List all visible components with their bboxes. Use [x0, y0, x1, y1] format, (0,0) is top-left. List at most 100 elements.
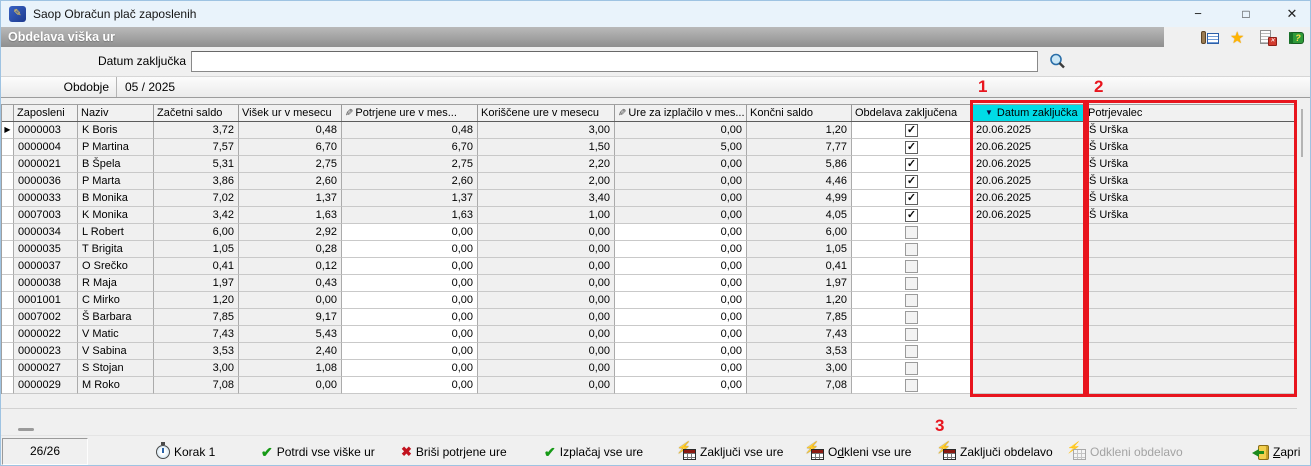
- period-bar: Obdobje 05 / 2025: [1, 76, 1310, 98]
- zakljucena-checkbox[interactable]: ✓: [905, 208, 918, 222]
- cell-ure-izplacilo[interactable]: 0,00: [615, 360, 747, 377]
- datum-zakljucka-input[interactable]: [191, 51, 1038, 72]
- zakljucena-checkbox[interactable]: [905, 276, 918, 290]
- search-icon[interactable]: [1048, 52, 1067, 71]
- table-row[interactable]: 0000027 S Stojan 3,00 1,08 0,00 0,00 0,00 3,00: [2, 360, 1297, 377]
- zakljucena-checkbox[interactable]: [905, 361, 918, 375]
- delete-document-icon[interactable]: ✕: [1259, 30, 1277, 46]
- table-row[interactable]: 0007003 K Monika 3,42 1,63 1,63 1,00 0,00 4,05 ✓…: [2, 207, 1297, 224]
- cell-zaposleni: 0000029: [14, 377, 78, 394]
- table-row[interactable]: 0000033 B Monika 7,02 1,37 1,37 3,40 0,00 4,99 ✓…: [2, 190, 1297, 207]
- cell-obdelava-zakljucena: [852, 360, 972, 377]
- brisi-potrjene-button[interactable]: ✖ Briši potrjene ure: [401, 441, 507, 463]
- potrdi-vse-button[interactable]: ✔ Potrdi vse viške ur: [261, 441, 375, 463]
- zakljucena-checkbox[interactable]: ✓: [905, 123, 918, 137]
- cell-potrjene-ure[interactable]: 0,00: [342, 292, 478, 309]
- column-header-naziv[interactable]: Naziv: [78, 105, 154, 121]
- maximize-button[interactable]: □: [1229, 3, 1263, 25]
- column-header-datum-zakljucka[interactable]: ▼ Datum zaključka: [972, 105, 1085, 121]
- cell-visek-ur: 1,08: [239, 360, 342, 377]
- cell-naziv: R Maja: [78, 275, 154, 292]
- table-row[interactable]: 0000029 M Roko 7,08 0,00 0,00 0,00 0,00 7,08: [2, 377, 1297, 394]
- column-header-potrjevalec[interactable]: Potrjevalec: [1085, 105, 1297, 121]
- cell-potrjene-ure[interactable]: 0,00: [342, 224, 478, 241]
- annotation-number-3: 3: [935, 416, 945, 435]
- column-header-potrjene-ure[interactable]: ✎ Potrjene ure v mes...: [342, 105, 478, 121]
- cell-ure-izplacilo[interactable]: 0,00: [615, 241, 747, 258]
- zakljuci-obdelavo-button[interactable]: ⚡ Zaključi obdelavo: [936, 441, 1053, 463]
- cell-ure-izplacilo[interactable]: 0,00: [615, 309, 747, 326]
- zakljucena-checkbox[interactable]: ✓: [905, 191, 918, 205]
- table-row[interactable]: 0000035 T Brigita 1,05 0,28 0,00 0,00 0,00 1,05: [2, 241, 1297, 258]
- column-header-obdelava-zakljucena[interactable]: Obdelava zaključena: [852, 105, 972, 121]
- cell-koncni-saldo: 3,53: [747, 343, 852, 360]
- zakljucena-checkbox[interactable]: ✓: [905, 174, 918, 188]
- cell-koriscene-ure: 0,00: [478, 360, 615, 377]
- column-header-ure-izplacilo[interactable]: ✎ Ure za izplačilo v mes...: [615, 105, 747, 121]
- splitter-handle[interactable]: [18, 428, 34, 431]
- odkleni-vse-button[interactable]: ⚡ Odkleni vse ure: [804, 441, 911, 463]
- table-row[interactable]: 0000037 O Srečko 0,41 0,12 0,00 0,00 0,00 0,41: [2, 258, 1297, 275]
- pin-list-icon[interactable]: [1201, 30, 1219, 46]
- cell-ure-izplacilo[interactable]: 0,00: [615, 224, 747, 241]
- zakljucena-checkbox[interactable]: [905, 225, 918, 239]
- cell-potrjene-ure[interactable]: 0,00: [342, 343, 478, 360]
- zakljucena-checkbox[interactable]: ✓: [905, 140, 918, 154]
- cell-potrjene-ure[interactable]: 0,00: [342, 309, 478, 326]
- cell-ure-izplacilo[interactable]: 0,00: [615, 377, 747, 394]
- zakljucena-checkbox[interactable]: ✓: [905, 157, 918, 171]
- cell-visek-ur: 1,37: [239, 190, 342, 207]
- table-row[interactable]: 0000038 R Maja 1,97 0,43 0,00 0,00 0,00 1,97: [2, 275, 1297, 292]
- column-header-koriscene-ure[interactable]: Koriščene ure v mesecu: [478, 105, 615, 121]
- zakljucena-checkbox[interactable]: [905, 378, 918, 392]
- cell-potrjene-ure[interactable]: 0,00: [342, 241, 478, 258]
- column-header-koncni-saldo[interactable]: Končni saldo: [747, 105, 852, 121]
- izplacaj-vse-button[interactable]: ✔ Izplačaj vse ure: [544, 441, 643, 463]
- zakljuci-vse-button[interactable]: ⚡ Zaključi vse ure: [676, 441, 783, 463]
- table-row[interactable]: 0000022 V Matic 7,43 5,43 0,00 0,00 0,00 7,43: [2, 326, 1297, 343]
- cell-datum-zakljucka: [972, 258, 1085, 275]
- zakljucena-checkbox[interactable]: [905, 293, 918, 307]
- table-row[interactable]: 0007002 Š Barbara 7,85 9,17 0,00 0,00 0,00 7,85: [2, 309, 1297, 326]
- cell-naziv: B Monika: [78, 190, 154, 207]
- table-row[interactable]: 0001001 C Mirko 1,20 0,00 0,00 0,00 0,00 1,20: [2, 292, 1297, 309]
- cell-obdelava-zakljucena: ✓: [852, 207, 972, 224]
- close-button[interactable]: ✕: [1275, 3, 1309, 25]
- cell-koncni-saldo: 7,08: [747, 377, 852, 394]
- favorites-star-icon[interactable]: ★: [1230, 30, 1248, 47]
- korak-button[interactable]: Korak 1: [156, 441, 215, 463]
- cell-zaposleni: 0000038: [14, 275, 78, 292]
- table-row[interactable]: 0000034 L Robert 6,00 2,92 0,00 0,00 0,00 6,00: [2, 224, 1297, 241]
- scrollbar[interactable]: [1301, 109, 1303, 157]
- cell-potrjene-ure[interactable]: 0,00: [342, 326, 478, 343]
- column-header-zaposleni[interactable]: Zaposleni: [14, 105, 78, 121]
- zakljucena-checkbox[interactable]: [905, 242, 918, 256]
- zakljucena-checkbox[interactable]: [905, 259, 918, 273]
- column-header-visek-ur[interactable]: Višek ur v mesecu: [239, 105, 342, 121]
- table-row[interactable]: 0000021 B Špela 5,31 2,75 2,75 2,20 0,00 5,86 ✓ 2…: [2, 156, 1297, 173]
- cell-ure-izplacilo[interactable]: 0,00: [615, 326, 747, 343]
- zakljucena-checkbox[interactable]: [905, 310, 918, 324]
- zakljucena-checkbox[interactable]: [905, 327, 918, 341]
- cell-potrjene-ure[interactable]: 0,00: [342, 258, 478, 275]
- help-book-icon[interactable]: ?: [1288, 30, 1306, 46]
- table-row[interactable]: ▶ 0000003 K Boris 3,72 0,48 0,48 3,00 0,00 1,20 ✓…: [2, 122, 1297, 139]
- cell-potrjene-ure[interactable]: 0,00: [342, 275, 478, 292]
- cell-potrjene-ure[interactable]: 0,00: [342, 360, 478, 377]
- cell-ure-izplacilo[interactable]: 0,00: [615, 258, 747, 275]
- titlebar: Saop Obračun plač zaposlenih − □ ✕: [1, 1, 1310, 27]
- cell-ure-izplacilo[interactable]: 0,00: [615, 275, 747, 292]
- zapri-button[interactable]: Zapri: [1252, 441, 1300, 463]
- minimize-button[interactable]: −: [1181, 3, 1215, 25]
- table-row[interactable]: 0000036 P Marta 3,86 2,60 2,60 2,00 0,00 4,46 ✓ 2…: [2, 173, 1297, 190]
- zakljucena-checkbox[interactable]: [905, 344, 918, 358]
- cell-ure-izplacilo[interactable]: 0,00: [615, 292, 747, 309]
- cell-koncni-saldo: 4,99: [747, 190, 852, 207]
- cell-zacetni-saldo: 3,86: [154, 173, 239, 190]
- table-row[interactable]: 0000023 V Sabina 3,53 2,40 0,00 0,00 0,00 3,53: [2, 343, 1297, 360]
- table-row[interactable]: 0000004 P Martina 7,57 6,70 6,70 1,50 5,00 7,77…: [2, 139, 1297, 156]
- cell-ure-izplacilo[interactable]: 0,00: [615, 343, 747, 360]
- column-header-zacetni-saldo[interactable]: Začetni saldo: [154, 105, 239, 121]
- cell-potrjene-ure: 1,63: [342, 207, 478, 224]
- cell-potrjene-ure[interactable]: 0,00: [342, 377, 478, 394]
